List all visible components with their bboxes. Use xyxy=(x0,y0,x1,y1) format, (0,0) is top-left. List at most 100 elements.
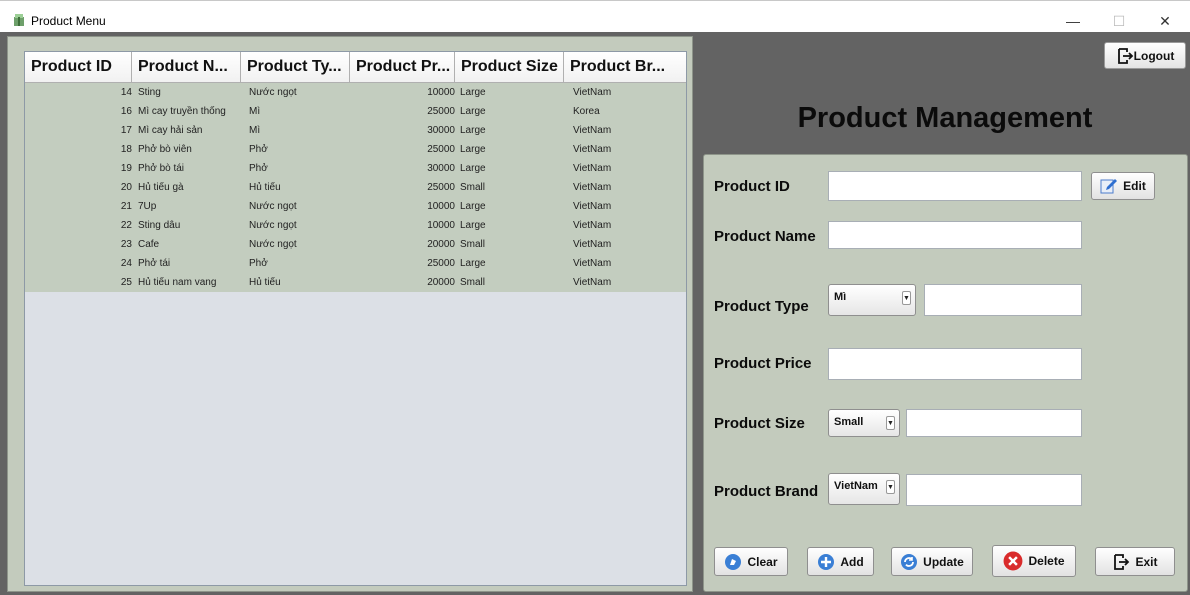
product-table[interactable]: Product ID Product N... Product Ty... Produ… xyxy=(24,51,687,586)
table-cell: Small xyxy=(460,277,486,288)
table-cell: Phở bò tái xyxy=(138,163,185,174)
table-cell: Cafe xyxy=(138,239,160,250)
table-row[interactable]: 18 Phở bò viên Phở 25000 Large VietNam xyxy=(25,140,686,159)
table-cell: Nước ngọt xyxy=(249,239,297,250)
table-row[interactable]: 16 Mì cay truyền thống Mì 25000 Large Korea xyxy=(25,102,686,121)
product-size-selected: Small xyxy=(834,416,864,428)
column-header[interactable]: Product Size xyxy=(455,52,564,83)
table-row[interactable]: 21 7Up Nước ngọt 10000 Large VietNam xyxy=(25,197,686,216)
table-cell: Korea xyxy=(573,106,600,117)
product-name-label: Product Name xyxy=(714,228,816,245)
table-cell: Large xyxy=(460,258,486,269)
maximize-button[interactable]: ☐ xyxy=(1096,9,1142,33)
table-body: 14 Sting Nước ngọt 10000 Large VietNam 16 Mì ca… xyxy=(25,83,686,292)
plus-circle-icon xyxy=(818,553,835,570)
table-cell: 25000 xyxy=(427,144,455,155)
table-cell: 20000 xyxy=(427,277,455,288)
page-title: Product Management xyxy=(797,102,1093,134)
product-brand-text-field[interactable] xyxy=(906,474,1082,506)
table-row[interactable]: 19 Phở bò tái Phở 30000 Large VietNam xyxy=(25,159,686,178)
pencil-icon xyxy=(1100,179,1118,194)
table-cell: 7Up xyxy=(138,201,157,212)
edit-button[interactable]: Edit xyxy=(1091,172,1155,200)
table-cell: VietNam xyxy=(573,144,612,155)
product-price-field[interactable] xyxy=(828,348,1082,380)
column-header[interactable]: Product Pr... xyxy=(350,52,455,83)
product-brand-select[interactable]: VietNam ▼ xyxy=(828,473,900,505)
table-row[interactable]: 20 Hủ tiếu gà Hủ tiếu 25000 Small VietNam xyxy=(25,178,686,197)
table-cell: VietNam xyxy=(573,277,612,288)
table-cell: VietNam xyxy=(573,87,612,98)
table-cell: 10000 xyxy=(427,220,455,231)
table-row[interactable]: 14 Sting Nước ngọt 10000 Large VietNam xyxy=(25,83,686,102)
title-bar: Product Menu — ☐ ✕ xyxy=(0,0,1190,32)
main-frame: Product ID Product N... Product Ty... Produ… xyxy=(0,32,1190,595)
delete-label: Delete xyxy=(1028,554,1065,568)
chevron-down-icon: ▼ xyxy=(886,480,895,494)
column-header[interactable]: Product Br... xyxy=(564,52,686,83)
delete-button[interactable]: Delete xyxy=(992,545,1076,577)
table-cell: Phở tái xyxy=(138,258,171,269)
close-button[interactable]: ✕ xyxy=(1142,9,1188,33)
update-label: Update xyxy=(923,554,964,569)
table-cell: VietNam xyxy=(573,239,612,250)
table-cell: 17 xyxy=(120,125,132,136)
table-row[interactable]: 22 Sting dâu Nước ngọt 10000 Large VietNam xyxy=(25,216,686,235)
table-cell: 20 xyxy=(120,182,132,193)
column-header[interactable]: Product N... xyxy=(132,52,241,83)
clear-label: Clear xyxy=(747,554,778,569)
table-cell: Hủ tiếu xyxy=(249,182,281,193)
product-brand-selected: VietNam xyxy=(834,480,878,492)
exit-label: Exit xyxy=(1135,554,1158,569)
update-button[interactable]: Update xyxy=(891,547,973,576)
chevron-down-icon: ▼ xyxy=(902,291,911,305)
column-header[interactable]: Product Ty... xyxy=(241,52,350,83)
product-name-field[interactable] xyxy=(828,221,1082,249)
table-row[interactable]: 23 Cafe Nước ngọt 20000 Small VietNam xyxy=(25,235,686,254)
table-cell: Hủ tiếu gà xyxy=(138,182,184,193)
table-cell: Small xyxy=(460,182,486,193)
product-type-select[interactable]: Mì ▼ xyxy=(828,284,916,316)
table-cell: Phở xyxy=(249,163,268,174)
table-cell: Phở xyxy=(249,144,268,155)
minimize-button[interactable]: — xyxy=(1050,9,1096,33)
table-cell: 30000 xyxy=(427,163,455,174)
logout-button[interactable]: Logout xyxy=(1104,42,1186,69)
product-type-selected: Mì xyxy=(834,291,847,303)
table-cell: Mì xyxy=(249,106,261,117)
table-cell: Mì cay hải sản xyxy=(138,125,203,136)
table-cell: Mì xyxy=(249,125,261,136)
logout-icon xyxy=(1117,47,1133,64)
table-cell: VietNam xyxy=(573,201,612,212)
table-cell: 25000 xyxy=(427,106,455,117)
table-cell: 19 xyxy=(120,163,132,174)
table-cell: Large xyxy=(460,163,486,174)
product-type-text-field[interactable] xyxy=(924,284,1082,316)
table-panel: Product ID Product N... Product Ty... Produ… xyxy=(7,36,693,592)
clear-button[interactable]: Clear xyxy=(714,547,788,576)
table-cell: Hủ tiếu xyxy=(249,277,281,288)
table-cell: 14 xyxy=(120,87,132,98)
table-cell: Nước ngọt xyxy=(249,220,297,231)
table-cell: 18 xyxy=(120,144,132,155)
product-id-field[interactable] xyxy=(828,171,1082,201)
product-type-label: Product Type xyxy=(714,298,809,315)
window-title: Product Menu xyxy=(31,14,106,28)
table-row[interactable]: 25 Hủ tiếu nam vang Hủ tiếu 20000 Small VietN… xyxy=(25,273,686,292)
table-cell: Large xyxy=(460,144,486,155)
refresh-icon xyxy=(901,553,918,570)
exit-button[interactable]: Exit xyxy=(1095,547,1175,576)
table-cell: 22 xyxy=(120,220,132,231)
table-row[interactable]: 24 Phở tái Phở 25000 Large VietNam xyxy=(25,254,686,273)
table-row[interactable]: 17 Mì cay hải sản Mì 30000 Large VietNam xyxy=(25,121,686,140)
column-header[interactable]: Product ID xyxy=(25,52,132,83)
product-size-text-field[interactable] xyxy=(906,409,1082,437)
product-id-label: Product ID xyxy=(714,178,790,195)
table-cell: 25000 xyxy=(427,258,455,269)
add-button[interactable]: Add xyxy=(807,547,874,576)
table-cell: Nước ngọt xyxy=(249,87,297,98)
table-cell: Small xyxy=(460,239,486,250)
product-size-select[interactable]: Small ▼ xyxy=(828,409,900,437)
product-form: Product ID Edit Product Name Product Typ… xyxy=(703,154,1188,592)
table-cell: Large xyxy=(460,220,486,231)
